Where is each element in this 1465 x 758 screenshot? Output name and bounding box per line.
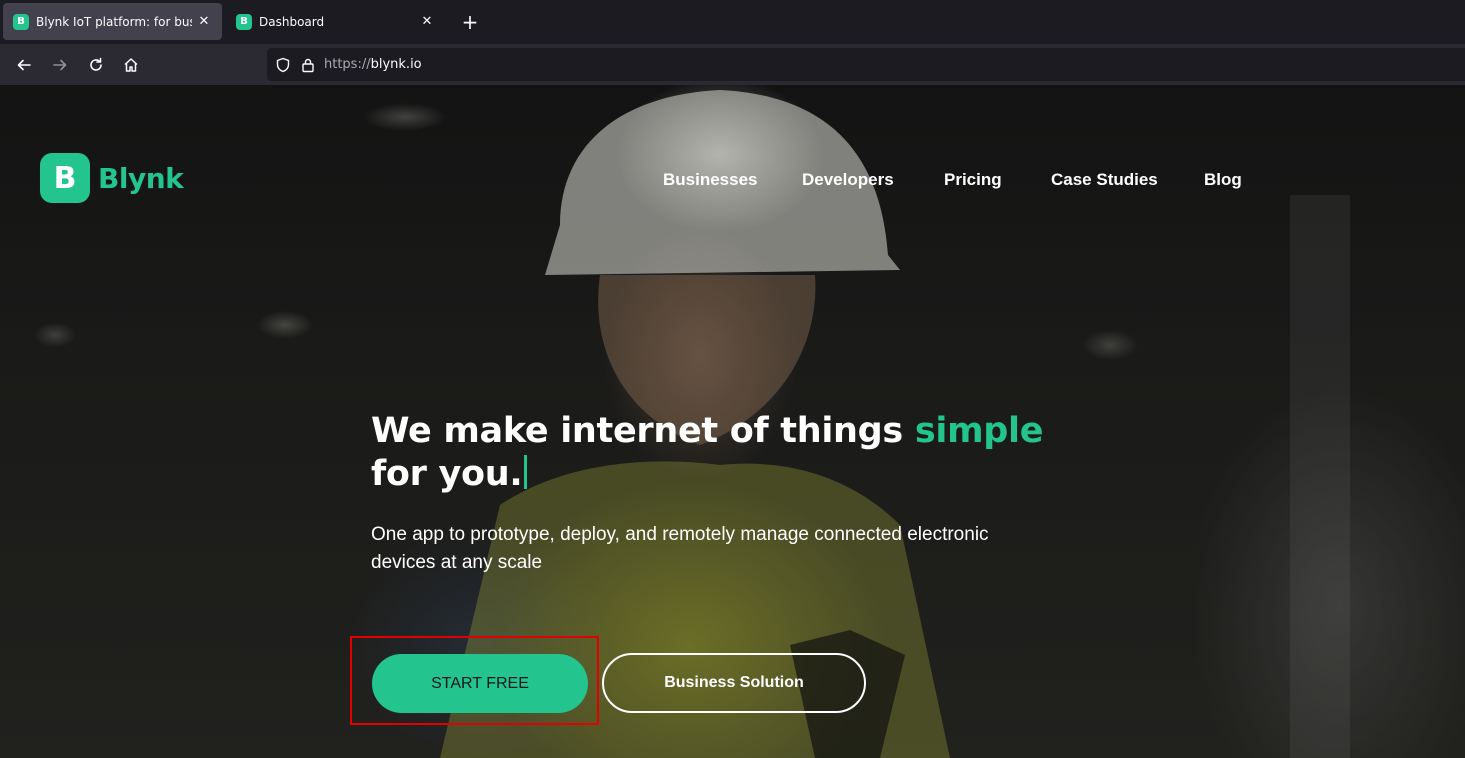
tab-blynk-platform[interactable]: B Blynk IoT platform: for businesses ✕ [3,3,222,40]
nav-link-case-studies[interactable]: Case Studies [1051,170,1158,190]
url-text: https://blynk.io [324,57,422,72]
hero-headline: We make internet of things simple for yo… [371,410,1043,496]
headline-text: We make internet of things [371,411,915,451]
back-arrow-icon [17,59,31,71]
tab-title: Blynk IoT platform: for businesses [36,14,192,29]
close-tab-icon[interactable]: ✕ [419,14,435,30]
blynk-favicon-icon: B [13,13,29,30]
logo-text: Blynk [98,161,184,195]
headline-text-line2: for you. [371,454,523,494]
hero-subtext: One app to prototype, deploy, and remote… [371,524,989,573]
business-solution-button[interactable]: Business Solution [602,653,866,713]
url-host: blynk.io [370,57,422,72]
nav-link-blog[interactable]: Blog [1204,170,1242,190]
forward-button[interactable] [47,52,73,78]
back-button[interactable] [11,52,37,78]
hero-section: B Blynk Businesses Developers Pricing Ca… [0,85,1465,758]
start-free-button[interactable]: START FREE [372,654,588,713]
reload-icon [90,57,102,71]
reload-button[interactable] [83,52,109,78]
lock-icon[interactable] [301,57,315,73]
typing-cursor [524,455,528,489]
new-tab-button[interactable]: + [458,10,482,34]
browser-tab-bar: B Blynk IoT platform: for businesses ✕ B… [0,0,1465,44]
nav-link-developers[interactable]: Developers [802,170,894,190]
blynk-logo[interactable]: B Blynk [40,153,184,203]
nav-link-businesses[interactable]: Businesses [663,170,758,190]
tab-title: Dashboard [259,14,325,29]
nav-link-pricing[interactable]: Pricing [944,170,1002,190]
url-scheme: https:// [324,57,371,72]
forward-arrow-icon [53,59,67,71]
close-tab-icon[interactable]: ✕ [196,14,212,30]
shield-icon[interactable] [275,57,291,73]
logo-badge: B [40,153,90,203]
blynk-favicon-icon: B [236,13,252,30]
tab-dashboard[interactable]: B Dashboard ✕ [226,3,445,40]
home-icon [124,58,138,72]
home-button[interactable] [118,52,144,78]
headline-accent: simple [914,411,1044,451]
address-bar[interactable]: https://blynk.io [267,48,1465,81]
